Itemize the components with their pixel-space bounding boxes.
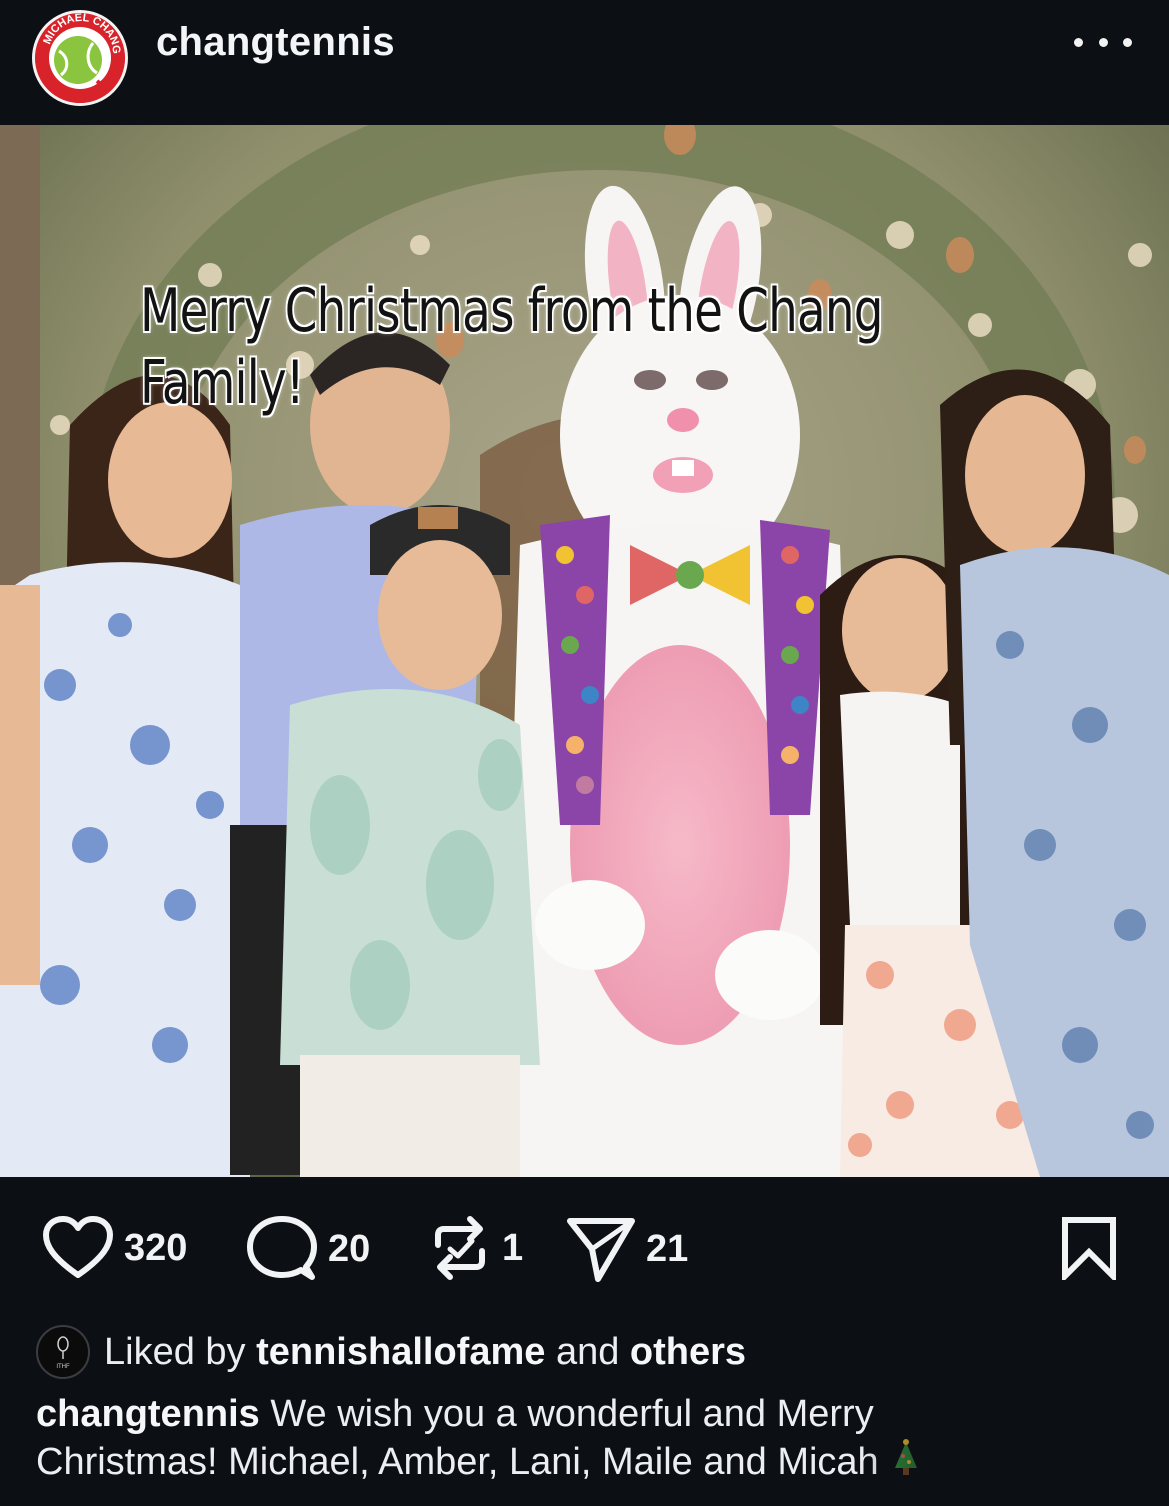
bookmark-icon [1062,1217,1116,1284]
liked-by-row: ITHF Liked by tennishallofame and others [36,1325,746,1379]
repost-icon [435,1216,485,1280]
send-icon [567,1218,635,1282]
liked-by-prefix: Liked by [104,1330,257,1373]
repost-count: 1 [502,1226,524,1269]
photo-overlay-text: Merry Christmas from the Chang Family! [140,275,1037,419]
share-count: 21 [646,1227,689,1270]
more-options-button[interactable] [1068,22,1138,62]
bookmark-button[interactable] [1060,1216,1118,1285]
christmas-tree-icon [891,1438,921,1490]
post-caption: changtennis We wish you a wonderful and … [36,1390,1136,1490]
profile-avatar[interactable]: MICHAEL CHANG [32,10,128,106]
caption-username[interactable]: changtennis [36,1393,260,1435]
liked-by-text: Liked by tennishallofame and others [104,1331,746,1374]
like-count: 320 [124,1226,188,1269]
more-dot [1123,37,1132,47]
post-header: MICHAEL CHANG changtennis [0,0,1169,125]
post-username[interactable]: changtennis [156,20,395,65]
tennis-hall-of-fame-logo-icon: ITHF [56,1336,70,1370]
like-button[interactable]: 320 [42,1215,187,1281]
michael-chang-logo-icon: MICHAEL CHANG [35,13,125,103]
comment-count: 20 [328,1227,371,1270]
liked-by-middle: and [545,1330,630,1373]
comment-button[interactable]: 20 [246,1215,370,1283]
repost-button[interactable]: 1 [428,1215,523,1281]
overlay-line: Merry Christmas from the Chang Family! [140,276,883,418]
post-photo[interactable]: Merry Christmas from the Chang Family! [0,125,1169,1177]
comment-icon [247,1216,317,1280]
share-button[interactable]: 21 [566,1215,688,1283]
svg-text:ITHF: ITHF [56,1364,70,1370]
liked-by-others[interactable]: others [630,1331,746,1373]
heart-icon [43,1216,113,1278]
more-dot [1098,37,1108,47]
liker-avatar[interactable]: ITHF [36,1325,90,1379]
liked-by-user[interactable]: tennishallofame [256,1331,545,1373]
more-horizontal-icon [1074,37,1083,47]
